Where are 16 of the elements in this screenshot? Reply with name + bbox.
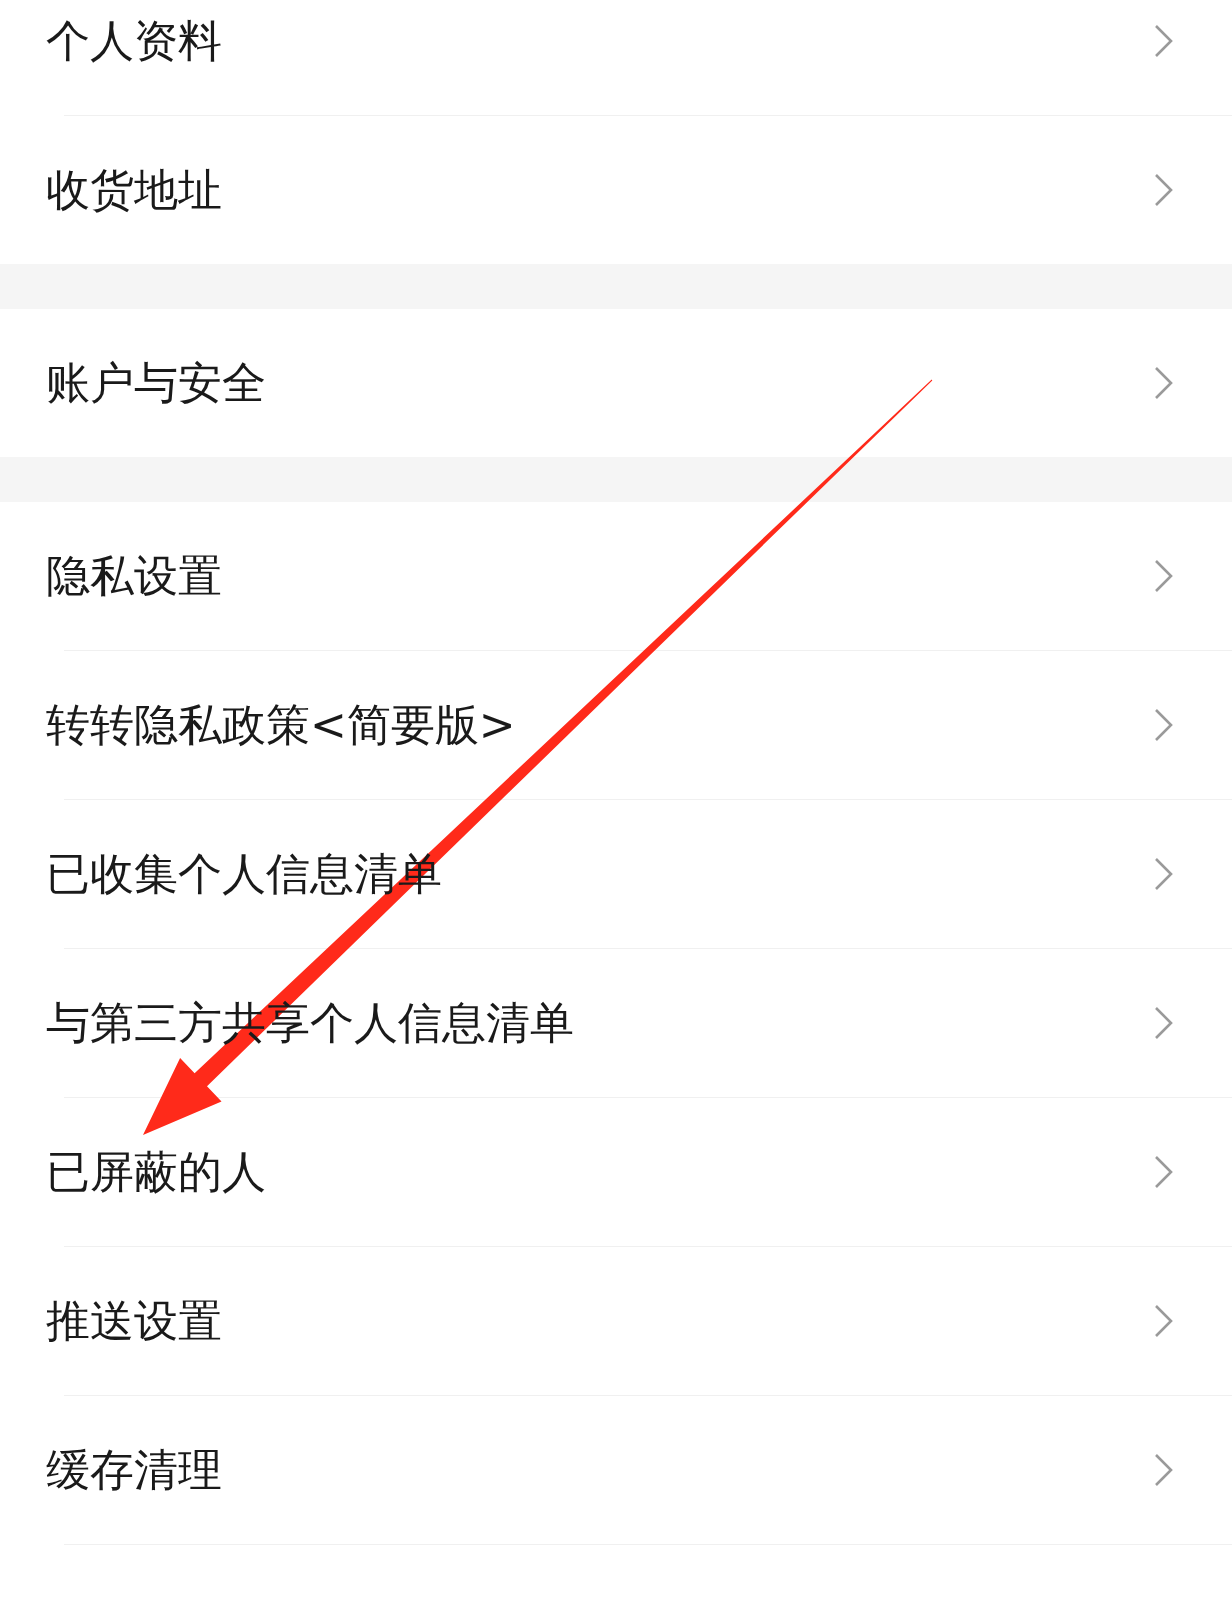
item-label: 收货地址: [46, 162, 222, 217]
settings-item[interactable]: 隐私设置: [0, 502, 1232, 650]
settings-item[interactable]: 推送设置: [0, 1247, 1232, 1395]
settings-item[interactable]: 账户与安全: [0, 309, 1232, 457]
item-label: 缓存清理: [46, 1442, 222, 1497]
settings-item[interactable]: 已屏蔽的人: [0, 1098, 1232, 1246]
settings-item[interactable]: 转转隐私政策<简要版>: [0, 651, 1232, 799]
item-label: 账户与安全: [46, 355, 266, 410]
item-label: 推送设置: [46, 1293, 222, 1348]
settings-item[interactable]: 收货地址: [0, 116, 1232, 264]
item-label: 转转隐私政策<简要版>: [46, 697, 516, 752]
item-label: 个人资料: [46, 13, 222, 68]
item-label: 隐私设置: [46, 548, 222, 603]
settings-item[interactable]: 个人资料: [0, 0, 1232, 115]
item-label: 已屏蔽的人: [46, 1144, 266, 1199]
settings-item[interactable]: 缓存清理: [0, 1396, 1232, 1544]
